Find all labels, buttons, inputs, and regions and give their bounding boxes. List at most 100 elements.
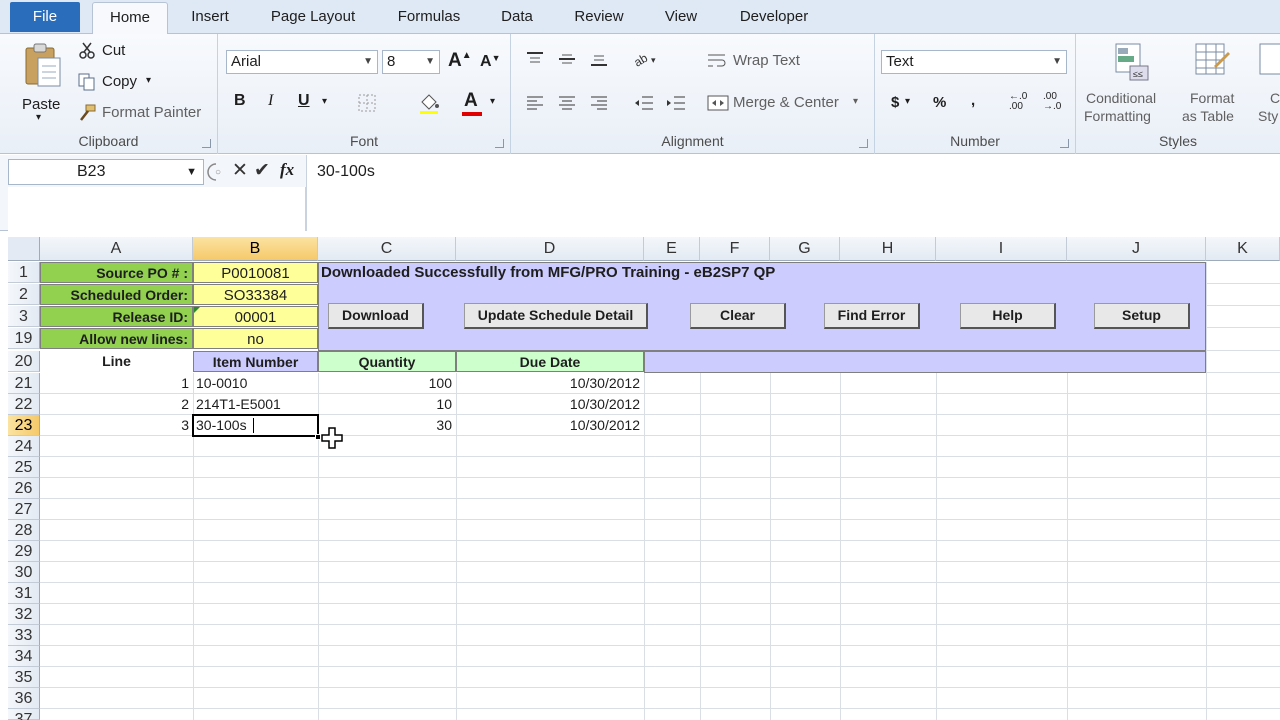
row-header[interactable]: 20 (8, 351, 40, 372)
row-header[interactable]: 29 (8, 541, 40, 562)
tab-data[interactable]: Data (490, 0, 544, 34)
update-schedule-detail-button[interactable]: Update Schedule Detail (464, 303, 648, 329)
chevron-down-icon[interactable]: ▾ (322, 96, 327, 107)
cell-styles-button[interactable]: C Sty (1254, 40, 1280, 130)
currency-icon[interactable]: $ (891, 94, 899, 111)
row-header[interactable]: 22 (8, 394, 40, 415)
row-header[interactable]: 28 (8, 520, 40, 541)
cut-button[interactable]: Cut (78, 40, 198, 64)
due-date-cell[interactable]: 10/30/2012 (456, 415, 644, 436)
clear-button[interactable]: Clear (690, 303, 786, 329)
quantity-cell[interactable]: 100 (318, 373, 456, 394)
row-header[interactable]: 26 (8, 478, 40, 499)
release-id-value[interactable]: 00001 (193, 306, 318, 327)
row-header[interactable]: 31 (8, 583, 40, 604)
item-cell[interactable]: 10-0010 (196, 373, 316, 394)
column-header[interactable]: D (456, 237, 644, 261)
bold-icon[interactable]: B (234, 92, 246, 110)
line-cell[interactable]: 1 (40, 373, 193, 394)
find-error-button[interactable]: Find Error (824, 303, 920, 329)
column-header[interactable]: I (936, 237, 1067, 261)
scheduled-order-value[interactable]: SO33384 (193, 284, 318, 305)
format-painter-button[interactable]: Format Painter (78, 102, 214, 126)
row-header[interactable]: 34 (8, 646, 40, 667)
line-cell[interactable]: 2 (40, 394, 193, 415)
font-name-select[interactable]: Arial ▼ (226, 50, 378, 74)
enter-icon[interactable]: ✔ (254, 159, 270, 182)
column-header[interactable]: F (700, 237, 770, 261)
merge-center-icon[interactable] (707, 94, 729, 112)
borders-icon[interactable] (358, 94, 376, 112)
download-button[interactable]: Download (328, 303, 424, 329)
row-header[interactable]: 24 (8, 436, 40, 457)
select-all-corner[interactable] (8, 237, 40, 261)
help-button[interactable]: Help (960, 303, 1056, 329)
fill-color-icon[interactable] (418, 92, 440, 114)
row-header[interactable]: 21 (8, 373, 40, 394)
tab-view[interactable]: View (654, 0, 708, 34)
row-header[interactable]: 27 (8, 499, 40, 520)
dialog-launcher-icon[interactable] (202, 139, 211, 148)
font-size-select[interactable]: 8 ▼ (382, 50, 440, 74)
tab-page-layout[interactable]: Page Layout (256, 0, 370, 34)
increase-indent-icon[interactable] (665, 94, 687, 112)
decrease-indent-icon[interactable] (633, 94, 655, 112)
row-header[interactable]: 25 (8, 457, 40, 478)
wrap-text-icon[interactable] (707, 52, 727, 70)
column-header[interactable]: J (1067, 237, 1206, 261)
copy-button[interactable]: Copy ▾ (78, 71, 198, 95)
font-color-icon[interactable]: A (464, 90, 478, 112)
column-header[interactable]: C (318, 237, 456, 261)
due-date-cell[interactable]: 10/30/2012 (456, 373, 644, 394)
row-header[interactable]: 19 (8, 328, 40, 349)
tab-file[interactable]: File (10, 2, 80, 32)
column-header[interactable]: A (40, 237, 193, 261)
row-header[interactable]: 3 (8, 306, 40, 327)
align-left-icon[interactable] (525, 94, 545, 112)
decrease-decimal-icon[interactable]: .00 →.0 (1043, 92, 1061, 112)
percent-icon[interactable]: % (933, 94, 946, 111)
column-header[interactable]: G (770, 237, 840, 261)
underline-icon[interactable]: U (298, 92, 310, 110)
dialog-launcher-icon[interactable] (495, 139, 504, 148)
insert-function-icon[interactable]: fx (280, 160, 294, 180)
number-format-select[interactable]: Text ▼ (881, 50, 1067, 74)
orientation-icon[interactable]: ab ▾ (633, 50, 659, 68)
paste-button[interactable]: Paste ▾ (14, 40, 68, 124)
allow-new-lines-value[interactable]: no (193, 328, 318, 349)
row-header[interactable]: 30 (8, 562, 40, 583)
tab-formulas[interactable]: Formulas (384, 0, 474, 34)
line-cell[interactable]: 3 (40, 415, 193, 436)
row-header[interactable]: 35 (8, 667, 40, 688)
shrink-font-icon[interactable]: A▼ (480, 53, 500, 71)
due-date-cell[interactable]: 10/30/2012 (456, 394, 644, 415)
column-header[interactable]: K (1206, 237, 1280, 261)
formula-input[interactable]: 30-100s (306, 155, 1280, 231)
chevron-down-icon[interactable]: ▾ (490, 96, 495, 107)
align-bottom-icon[interactable] (589, 50, 609, 68)
grow-font-icon[interactable]: A▲ (448, 50, 472, 72)
merge-center-label[interactable]: Merge & Center (733, 94, 839, 111)
column-header[interactable]: E (644, 237, 700, 261)
tab-insert[interactable]: Insert (178, 0, 242, 34)
chevron-down-icon[interactable]: ▼ (186, 160, 197, 184)
setup-button[interactable]: Setup (1094, 303, 1190, 329)
expand-handle-icon[interactable]: ○ (206, 161, 228, 183)
format-as-table-button[interactable]: Format as Table (1180, 40, 1250, 130)
row-header[interactable]: 37 (8, 709, 40, 720)
italic-icon[interactable]: I (268, 92, 273, 110)
comma-style-icon[interactable]: , (971, 92, 975, 109)
align-right-icon[interactable] (589, 94, 609, 112)
tab-review[interactable]: Review (562, 0, 636, 34)
cancel-icon[interactable]: ✕ (232, 159, 248, 182)
row-header[interactable]: 33 (8, 625, 40, 646)
item-cell[interactable]: 30-100s (196, 415, 316, 436)
source-po-value[interactable]: P0010081 (193, 262, 318, 283)
row-header[interactable]: 2 (8, 284, 40, 305)
dialog-launcher-icon[interactable] (859, 139, 868, 148)
increase-decimal-icon[interactable]: ←.0.00 (1009, 92, 1027, 112)
item-cell[interactable]: 214T1-E5001 (196, 394, 316, 415)
quantity-cell[interactable]: 10 (318, 394, 456, 415)
chevron-down-icon[interactable]: ▾ (853, 96, 858, 107)
align-center-icon[interactable] (557, 94, 577, 112)
